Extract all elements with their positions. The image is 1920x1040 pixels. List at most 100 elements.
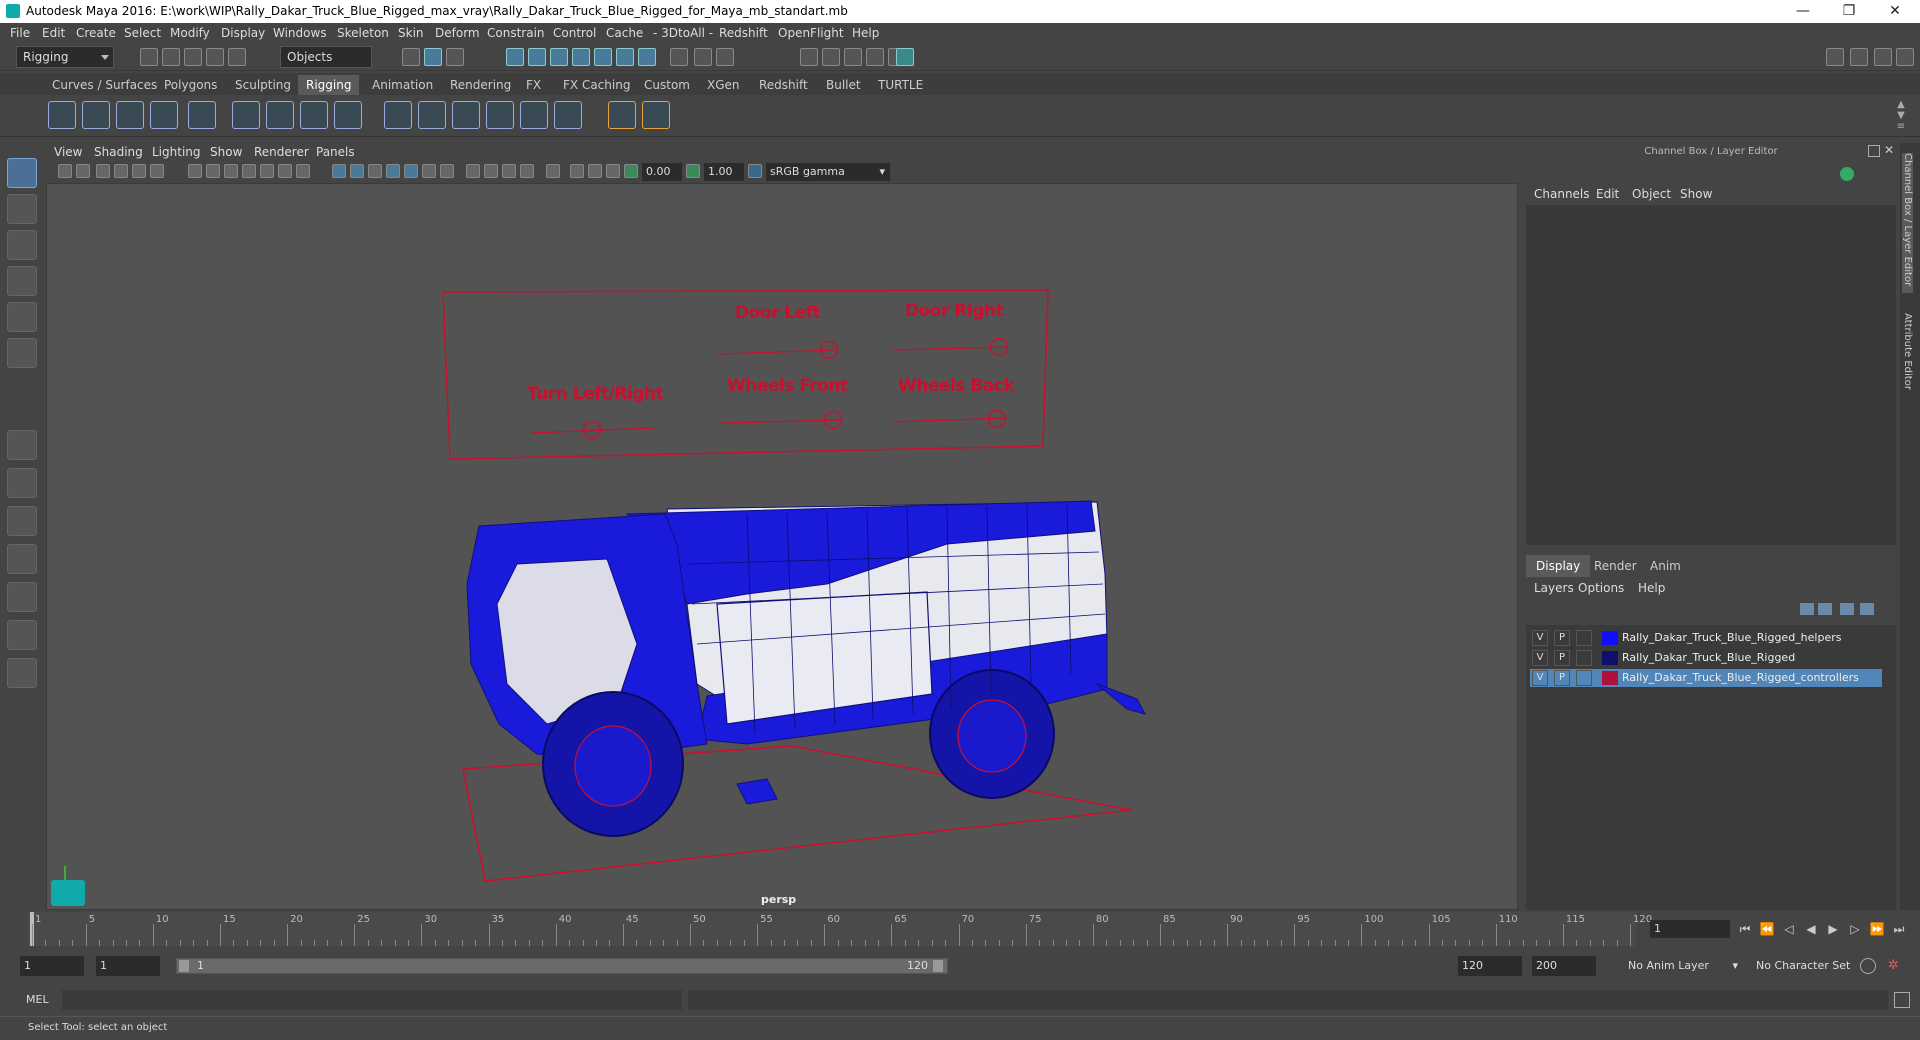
- render-settings-icon[interactable]: [866, 48, 884, 66]
- history-icon[interactable]: [670, 48, 688, 66]
- open-scene-icon[interactable]: [162, 48, 180, 66]
- menu-skeleton[interactable]: Skeleton: [337, 26, 389, 40]
- exposure-icon[interactable]: [624, 164, 638, 178]
- object-menu[interactable]: Object: [1632, 187, 1671, 201]
- menu-set-dropdown[interactable]: Rigging: [16, 46, 114, 68]
- color-management-icon[interactable]: [748, 164, 762, 178]
- snap-curve-icon[interactable]: [528, 48, 546, 66]
- viewport-menu-view[interactable]: View: [54, 145, 82, 159]
- two-d-pan-icon[interactable]: [132, 164, 146, 178]
- step-back-frame-icon[interactable]: ◁: [1780, 920, 1798, 938]
- current-frame-field[interactable]: 1: [1650, 920, 1730, 938]
- render-current-icon[interactable]: [822, 48, 840, 66]
- menu-3dtoall[interactable]: - 3DtoAll -: [653, 26, 713, 40]
- workspace-icon[interactable]: [1826, 48, 1844, 66]
- camera-attributes-icon[interactable]: [76, 164, 90, 178]
- locator-icon[interactable]: [608, 101, 636, 129]
- scale-constraint-icon[interactable]: [486, 101, 514, 129]
- range-start-handle[interactable]: [179, 960, 189, 972]
- lasso-tool-icon[interactable]: [7, 194, 37, 224]
- color-space-dropdown[interactable]: sRGB gamma ▾: [766, 163, 890, 181]
- lock-icon[interactable]: [694, 48, 712, 66]
- wireframe-on-shaded-icon[interactable]: [386, 164, 400, 178]
- hypershade-layout-icon[interactable]: [7, 620, 37, 650]
- redo-icon[interactable]: [228, 48, 246, 66]
- range-end-handle[interactable]: [933, 960, 943, 972]
- new-layer-selected-icon[interactable]: [1860, 603, 1874, 615]
- close-button[interactable]: ✕: [1872, 0, 1918, 23]
- menu-edit[interactable]: Edit: [42, 26, 65, 40]
- exposure-field[interactable]: 0.00: [642, 163, 682, 181]
- layer-row-helpers[interactable]: V P Rally_Dakar_Truck_Blue_Rigged_helper…: [1530, 629, 1882, 647]
- auto-key-icon[interactable]: [1860, 958, 1876, 974]
- modeling-toolkit-icon[interactable]: [1850, 48, 1868, 66]
- safe-title-icon[interactable]: [296, 164, 310, 178]
- layer-display-type-toggle[interactable]: [1576, 670, 1592, 686]
- channel-box-options-icon[interactable]: [1840, 167, 1854, 181]
- playback-end-field[interactable]: 120: [1458, 956, 1522, 976]
- ipr-render-icon[interactable]: [844, 48, 862, 66]
- layer-color-swatch[interactable]: [1602, 631, 1618, 645]
- layer-row-rigged[interactable]: V P Rally_Dakar_Truck_Blue_Rigged: [1530, 649, 1882, 667]
- grease-pencil-icon[interactable]: [150, 164, 164, 178]
- edit-menu[interactable]: Edit: [1596, 187, 1619, 201]
- resolution-gate-icon[interactable]: [224, 164, 238, 178]
- attribute-editor-toggle-icon[interactable]: [1874, 48, 1892, 66]
- range-slider[interactable]: 1 120: [176, 958, 948, 974]
- layer-playback-toggle[interactable]: P: [1554, 630, 1570, 646]
- parent-constraint-icon[interactable]: [384, 101, 412, 129]
- animation-end-field[interactable]: 200: [1532, 956, 1596, 976]
- mel-label[interactable]: MEL: [26, 993, 49, 1006]
- cluster-icon[interactable]: [334, 101, 362, 129]
- undo-icon[interactable]: [206, 48, 224, 66]
- go-to-end-icon[interactable]: ⏭: [1890, 920, 1908, 938]
- bookmark-icon[interactable]: [96, 164, 110, 178]
- menu-skin[interactable]: Skin: [398, 26, 424, 40]
- script-editor-icon[interactable]: [1894, 992, 1910, 1008]
- make-live-icon[interactable]: [638, 48, 656, 66]
- menu-select[interactable]: Select: [124, 26, 161, 40]
- viewport-menu-panels[interactable]: Panels: [316, 145, 355, 159]
- layer-color-swatch[interactable]: [1602, 671, 1618, 685]
- four-view-layout-icon[interactable]: [7, 468, 37, 498]
- menu-constrain[interactable]: Constrain: [487, 26, 545, 40]
- step-forward-frame-icon[interactable]: ▷: [1846, 920, 1864, 938]
- menu-redshift[interactable]: Redshift: [719, 26, 768, 40]
- play-backwards-icon[interactable]: ◀: [1802, 920, 1820, 938]
- single-view-layout-icon[interactable]: [7, 430, 37, 460]
- pole-vector-icon[interactable]: [554, 101, 582, 129]
- select-hierarchy-icon[interactable]: [402, 48, 420, 66]
- playback-start-field[interactable]: 1: [96, 956, 160, 976]
- help-menu[interactable]: Help: [1638, 581, 1665, 595]
- menu-cache[interactable]: Cache: [606, 26, 643, 40]
- rally-truck-model[interactable]: [466, 500, 1146, 837]
- select-component-icon[interactable]: [446, 48, 464, 66]
- move-layer-down-icon[interactable]: [1818, 603, 1832, 615]
- tab-display[interactable]: Display: [1526, 555, 1591, 577]
- new-empty-layer-icon[interactable]: [1840, 603, 1854, 615]
- image-plane-icon[interactable]: [114, 164, 128, 178]
- move-layer-up-icon[interactable]: [1800, 603, 1814, 615]
- menu-control[interactable]: Control: [553, 26, 596, 40]
- smooth-shade-icon[interactable]: [350, 164, 364, 178]
- close-panel-icon[interactable]: ✕: [1884, 143, 1894, 157]
- use-all-lights-icon[interactable]: [422, 164, 436, 178]
- layer-visibility-toggle[interactable]: V: [1532, 670, 1548, 686]
- point-constraint-icon[interactable]: [418, 101, 446, 129]
- menu-windows[interactable]: Windows: [273, 26, 327, 40]
- attribute-editor-side-tab[interactable]: Attribute Editor: [1902, 313, 1913, 390]
- snap-plane-icon[interactable]: [572, 48, 590, 66]
- step-forward-key-icon[interactable]: ⏩: [1868, 920, 1886, 938]
- shelf-tab-rendering[interactable]: Rendering: [442, 75, 519, 95]
- select-tool-icon[interactable]: [7, 158, 37, 188]
- move-tool-icon[interactable]: [7, 266, 37, 296]
- render-view-icon[interactable]: [800, 48, 818, 66]
- channel-box-side-tab[interactable]: Channel Box / Layer Editor: [1902, 153, 1913, 293]
- preferences-icon[interactable]: ✲: [1888, 958, 1904, 974]
- anti-aliasing-icon[interactable]: [502, 164, 516, 178]
- shelf-tab-rigging[interactable]: Rigging: [298, 75, 360, 95]
- layer-color-swatch[interactable]: [1602, 651, 1618, 665]
- snap-point-icon[interactable]: [550, 48, 568, 66]
- menu-display[interactable]: Display: [221, 26, 265, 40]
- time-ruler[interactable]: 1 5 10 15 20 25 30 35 40 45 50 55 60 65 70 75 80 85 90 95 10…: [28, 912, 1652, 946]
